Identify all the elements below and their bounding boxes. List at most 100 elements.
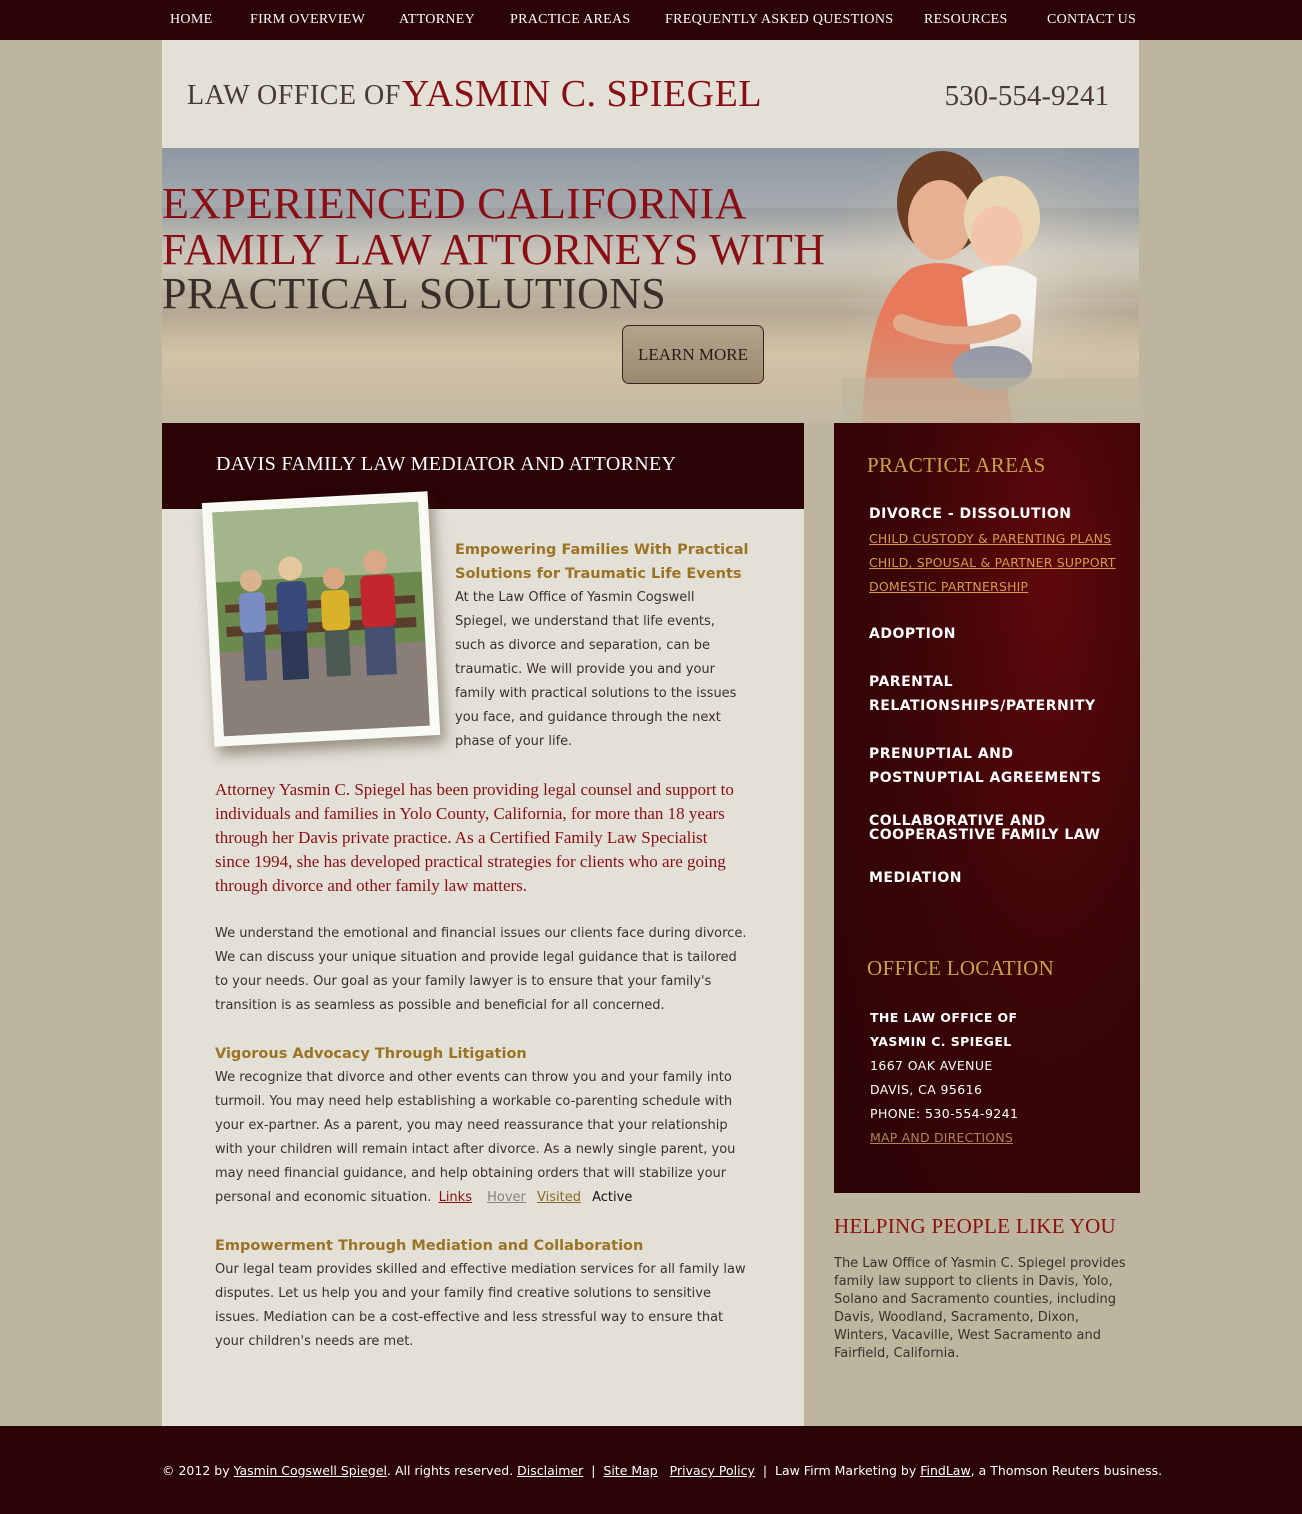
paragraph-line: transition is as seamless as possible an… — [215, 998, 665, 1013]
intro-heading-line-1: Empowering Families With Practical — [455, 542, 749, 558]
paragraph-line: issues. Mediation can be a cost-effectiv… — [215, 1310, 724, 1325]
footer-findlaw-link[interactable]: FindLaw — [920, 1463, 970, 1478]
nav-firm-overview[interactable]: FIRM OVERVIEW — [250, 12, 365, 28]
practice-mediation[interactable]: MEDIATION — [869, 866, 962, 890]
intro-line: At the Law Office of Yasmin Cogswell — [455, 590, 695, 605]
header-prefix: LAW OFFICE OF — [187, 80, 401, 111]
footer-owner-link[interactable]: Yasmin Cogswell Spiegel — [234, 1463, 387, 1478]
main-title-bar: DAVIS FAMILY LAW MEDIATOR AND ATTORNEY — [162, 423, 804, 509]
office-street: 1667 OAK AVENUE — [870, 1058, 993, 1073]
nav-contact-us[interactable]: CONTACT US — [1047, 12, 1136, 28]
site-header: LAW OFFICE OF YASMIN C. SPIEGEL 530-554-… — [162, 40, 1139, 148]
footer-marketing: Law Firm Marketing by — [774, 1463, 917, 1478]
footer-separator: | — [591, 1463, 596, 1478]
understanding-paragraph: We understand the emotional and financia… — [215, 922, 746, 1018]
practice-domestic-partnership[interactable]: DOMESTIC PARTNERSHIP — [869, 575, 1028, 599]
litigation-heading: Vigorous Advocacy Through Litigation — [215, 1046, 527, 1062]
nav-attorney[interactable]: ATTORNEY — [399, 12, 475, 28]
nav-home[interactable]: HOME — [170, 12, 212, 28]
office-name-line-2: YASMIN C. SPIEGEL — [870, 1034, 1012, 1049]
paragraph-line: We can discuss your unique situation and… — [215, 950, 737, 965]
mediation-heading: Empowerment Through Mediation and Collab… — [215, 1238, 644, 1254]
learn-more-button[interactable]: LEARN MORE — [622, 325, 764, 384]
paragraph-line: disputes. Let us help you and your famil… — [215, 1286, 711, 1301]
paragraph-line: We recognize that divorce and other even… — [215, 1070, 732, 1085]
intro-line: phase of your life. — [455, 734, 573, 749]
intro-line: family with practical solutions to the i… — [455, 686, 737, 701]
paragraph-line: with your children will remain intact af… — [215, 1142, 736, 1157]
hero-headline-line-1: EXPERIENCED CALIFORNIA — [162, 179, 747, 228]
practice-parental-line-1: PARENTAL — [869, 674, 954, 690]
hero-banner: EXPERIENCED CALIFORNIA FAMILY LAW ATTORN… — [162, 148, 1139, 423]
main-content: DAVIS FAMILY LAW MEDIATOR AND ATTORNEY E… — [162, 423, 804, 1426]
nav-faq[interactable]: FREQUENTLY ASKED QUESTIONS — [665, 12, 893, 28]
nav-practice-areas[interactable]: PRACTICE AREAS — [510, 12, 631, 28]
footer-line: © 2012 by Yasmin Cogswell Spiegel. All r… — [162, 1463, 1162, 1478]
litigation-paragraph: We recognize that divorce and other even… — [215, 1066, 735, 1210]
footer-rights: . All rights reserved. — [387, 1463, 514, 1478]
top-navigation: HOME FIRM OVERVIEW ATTORNEY PRACTICE ARE… — [0, 0, 1302, 40]
practice-adoption[interactable]: ADOPTION — [869, 622, 956, 646]
practice-parental[interactable]: PARENTAL RELATIONSHIPS/PATERNITY — [869, 670, 1096, 718]
paragraph-line: your children's needs are met. — [215, 1334, 414, 1349]
office-phone: PHONE: 530-554-9241 — [870, 1106, 1019, 1121]
paragraph-line: We understand the emotional and financia… — [215, 926, 747, 941]
header-phone: 530-554-9241 — [944, 80, 1109, 112]
footer-disclaimer-link[interactable]: Disclaimer — [517, 1463, 583, 1478]
footer-privacy-link[interactable]: Privacy Policy — [670, 1463, 755, 1478]
practice-collaborative-line-2: COOPERASTIVE FAMILY LAW — [869, 827, 1101, 843]
practice-prenuptial-line-2: POSTNUPTIAL AGREEMENTS — [869, 770, 1102, 786]
map-directions-link[interactable]: MAP AND DIRECTIONS — [870, 1126, 1013, 1150]
intro-heading-line-2: Solutions for Traumatic Life Events — [455, 566, 742, 582]
footer-separator: | — [762, 1463, 768, 1478]
practice-support[interactable]: CHILD, SPOUSAL & PARTNER SUPPORT — [869, 551, 1116, 575]
family-photo-illustration — [212, 501, 430, 737]
paragraph-line-last: personal and economic situation. Links H… — [215, 1186, 735, 1210]
summary-line: Attorney Yasmin C. Spiegel has been prov… — [215, 780, 734, 799]
mediation-paragraph: Our legal team provides skilled and effe… — [215, 1258, 746, 1354]
intro-line: Spiegel, we understand that life events, — [455, 614, 715, 629]
paragraph-line: may need financial guidance, and help ob… — [215, 1166, 727, 1181]
summary-line: through her Davis private practice. As a… — [215, 828, 708, 847]
visited-sample[interactable]: Visited — [537, 1190, 581, 1205]
practice-prenuptial-line-1: PRENUPTIAL AND — [869, 746, 1014, 762]
paragraph-line: your ex-partner. As a parent, you may ne… — [215, 1118, 728, 1133]
footer-marketing-suffix: , a Thomson Reuters business. — [970, 1463, 1163, 1478]
practice-collaborative-line-1: COLLABORATIVE AND — [869, 813, 1046, 829]
paragraph-line-text: personal and economic situation. — [215, 1190, 432, 1205]
footer-sitemap-link[interactable]: Site Map — [603, 1463, 657, 1478]
main-title: DAVIS FAMILY LAW MEDIATOR AND ATTORNEY — [216, 453, 677, 475]
summary-line: through divorce and other family law mat… — [215, 876, 528, 895]
footer-copyright: © 2012 by — [162, 1463, 230, 1478]
footer: © 2012 by Yasmin Cogswell Spiegel. All r… — [0, 1426, 1302, 1514]
practice-divorce[interactable]: DIVORCE - DISSOLUTION — [869, 502, 1071, 526]
intro-line: such as divorce and separation, can be — [455, 638, 711, 653]
helping-title: HELPING PEOPLE LIKE YOU — [834, 1214, 1117, 1238]
hero-headline-line-2: FAMILY LAW ATTORNEYS WITH — [162, 225, 826, 274]
hover-sample[interactable]: Hover — [487, 1190, 526, 1205]
summary-line: since 1994, she has developed practical … — [215, 852, 726, 871]
intro-line: you face, and guidance through the next — [455, 710, 721, 725]
paragraph-line: turmoil. You may need help establishing … — [215, 1094, 733, 1109]
practice-parental-line-2: RELATIONSHIPS/PATERNITY — [869, 698, 1096, 714]
paragraph-line: to your needs. Our goal as your family l… — [215, 974, 712, 989]
header-firm-name[interactable]: YASMIN C. SPIEGEL — [402, 72, 762, 116]
office-city: DAVIS, CA 95616 — [870, 1082, 983, 1097]
office-location-title: OFFICE LOCATION — [867, 956, 1055, 980]
practice-collaborative[interactable]: COLLABORATIVE AND COOPERASTIVE FAMILY LA… — [869, 814, 1100, 842]
helping-text: The Law Office of Yasmin C. Spiegel prov… — [834, 1256, 1126, 1361]
family-bench-photo — [201, 491, 441, 747]
hero-headline-line-3: PRACTICAL SOLUTIONS — [162, 269, 666, 318]
active-sample[interactable]: Active — [592, 1190, 632, 1205]
sidebar: PRACTICE AREAS DIVORCE - DISSOLUTION CHI… — [834, 423, 1140, 1193]
practice-areas-title: PRACTICE AREAS — [867, 453, 1046, 477]
intro-line: traumatic. We will provide you and your — [455, 662, 716, 677]
summary-line: individuals and families in Yolo County,… — [215, 804, 725, 823]
attorney-summary: Attorney Yasmin C. Spiegel has been prov… — [215, 778, 734, 898]
practice-prenuptial[interactable]: PRENUPTIAL AND POSTNUPTIAL AGREEMENTS — [869, 742, 1102, 790]
nav-resources[interactable]: RESOURCES — [924, 12, 1008, 28]
paragraph-line: Our legal team provides skilled and effe… — [215, 1262, 746, 1277]
links-sample[interactable]: Links — [439, 1190, 472, 1205]
office-name-line-1: THE LAW OFFICE OF — [870, 1010, 1018, 1025]
practice-child-custody[interactable]: CHILD CUSTODY & PARENTING PLANS — [869, 527, 1111, 551]
